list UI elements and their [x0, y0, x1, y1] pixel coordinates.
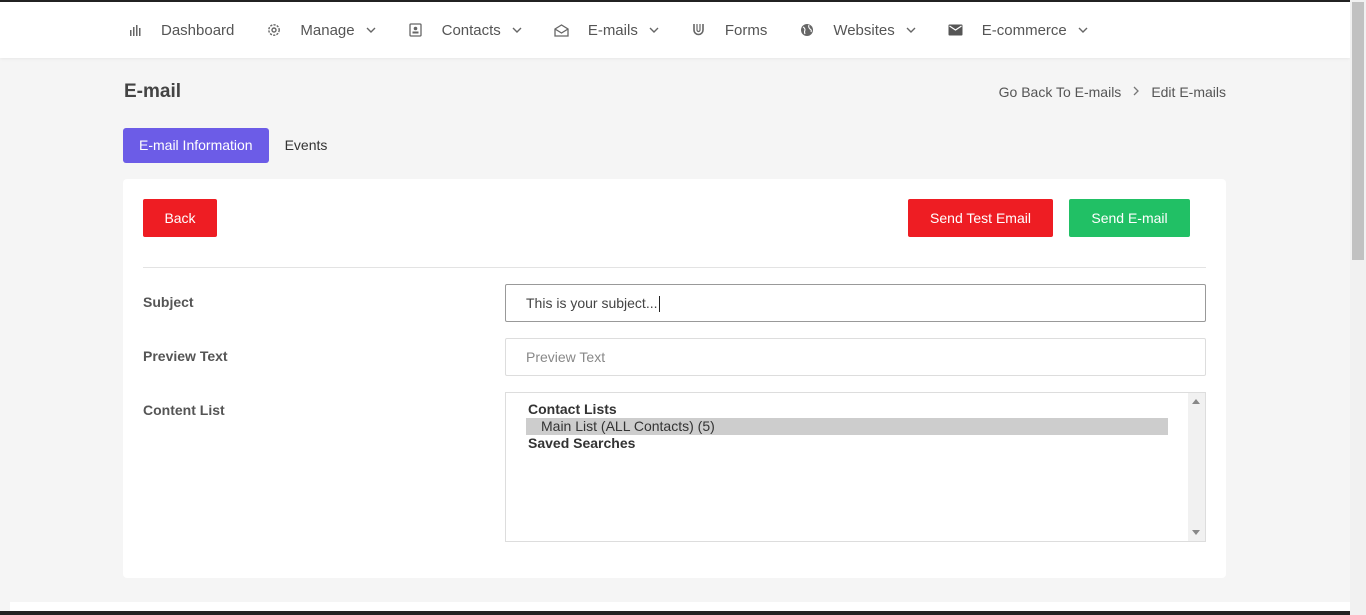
send-email-button[interactable]: Send E-mail: [1069, 199, 1190, 237]
breadcrumb-current: Edit E-mails: [1151, 84, 1226, 100]
contact-card-icon: [408, 22, 424, 38]
content-list-options: Contact Lists Main List (ALL Contacts) (…: [506, 393, 1205, 452]
page-scrollbar[interactable]: [1350, 0, 1366, 615]
email-form-card: Back Send Test Email Send E-mail Subject…: [123, 179, 1226, 578]
nav-manage[interactable]: Manage: [266, 21, 376, 39]
magnet-icon: [691, 22, 707, 38]
chevron-down-icon: [1078, 25, 1088, 35]
option-main-list[interactable]: Main List (ALL Contacts) (5): [526, 418, 1168, 435]
chevron-down-icon: [906, 25, 916, 35]
window-bottom-border: [0, 611, 1350, 615]
send-test-email-button[interactable]: Send Test Email: [908, 199, 1053, 237]
content-list-select[interactable]: Contact Lists Main List (ALL Contacts) (…: [505, 392, 1206, 542]
breadcrumb: Go Back To E-mails Edit E-mails: [999, 84, 1226, 100]
breadcrumb-back-link[interactable]: Go Back To E-mails: [999, 84, 1122, 100]
text-caret: [658, 296, 660, 313]
subject-input[interactable]: This is your subject...: [505, 284, 1206, 322]
nav-websites[interactable]: Websites: [799, 21, 916, 39]
optgroup-saved-searches: Saved Searches: [528, 435, 636, 451]
mail-box-icon: [948, 22, 964, 38]
chevron-down-icon: [512, 25, 522, 35]
envelope-open-icon: [554, 22, 570, 38]
nav-forms-label: Forms: [724, 21, 768, 39]
scroll-up-arrow-icon[interactable]: [1192, 399, 1200, 404]
subject-label: Subject: [143, 294, 194, 310]
tab-events[interactable]: Events: [269, 128, 344, 163]
content-list-scrollbar[interactable]: [1188, 393, 1205, 541]
nav-dashboard[interactable]: Dashboard: [127, 22, 234, 39]
optgroup-contact-lists: Contact Lists: [528, 401, 617, 417]
globe-icon: [799, 22, 815, 38]
nav-contacts-label: Contacts: [441, 21, 501, 39]
content-list-label: Content List: [143, 402, 225, 418]
nav-emails-label: E-mails: [587, 21, 638, 39]
nav-manage-label: Manage: [300, 21, 355, 39]
subject-input-value: This is your subject...: [526, 295, 658, 311]
nav-emails[interactable]: E-mails: [554, 22, 659, 39]
nav-ecommerce-label: E-commerce: [981, 21, 1067, 39]
form-divider: [143, 267, 1206, 268]
gear-icon: [266, 22, 282, 38]
chevron-down-icon: [649, 25, 659, 35]
page-title: E-mail: [124, 81, 182, 102]
back-button[interactable]: Back: [143, 199, 217, 237]
page-scrollbar-thumb[interactable]: [1352, 2, 1364, 260]
nav-websites-label: Websites: [833, 21, 895, 39]
chevron-down-icon: [366, 25, 376, 35]
bar-chart-icon: [127, 22, 143, 38]
nav-ecommerce[interactable]: E-commerce: [948, 22, 1088, 39]
scroll-down-arrow-icon[interactable]: [1192, 530, 1200, 535]
tab-bar: E-mail Information Events: [123, 128, 343, 163]
nav-dashboard-label: Dashboard: [161, 21, 235, 39]
preview-text-input[interactable]: Preview Text: [505, 338, 1206, 376]
top-navigation: Dashboard Manage Contacts E-mails Forms …: [0, 2, 1350, 58]
preview-text-label: Preview Text: [143, 348, 228, 364]
chevron-right-icon: [1133, 85, 1140, 99]
tab-email-information[interactable]: E-mail Information: [123, 128, 269, 163]
nav-forms[interactable]: Forms: [691, 21, 768, 39]
nav-contacts[interactable]: Contacts: [408, 22, 522, 39]
